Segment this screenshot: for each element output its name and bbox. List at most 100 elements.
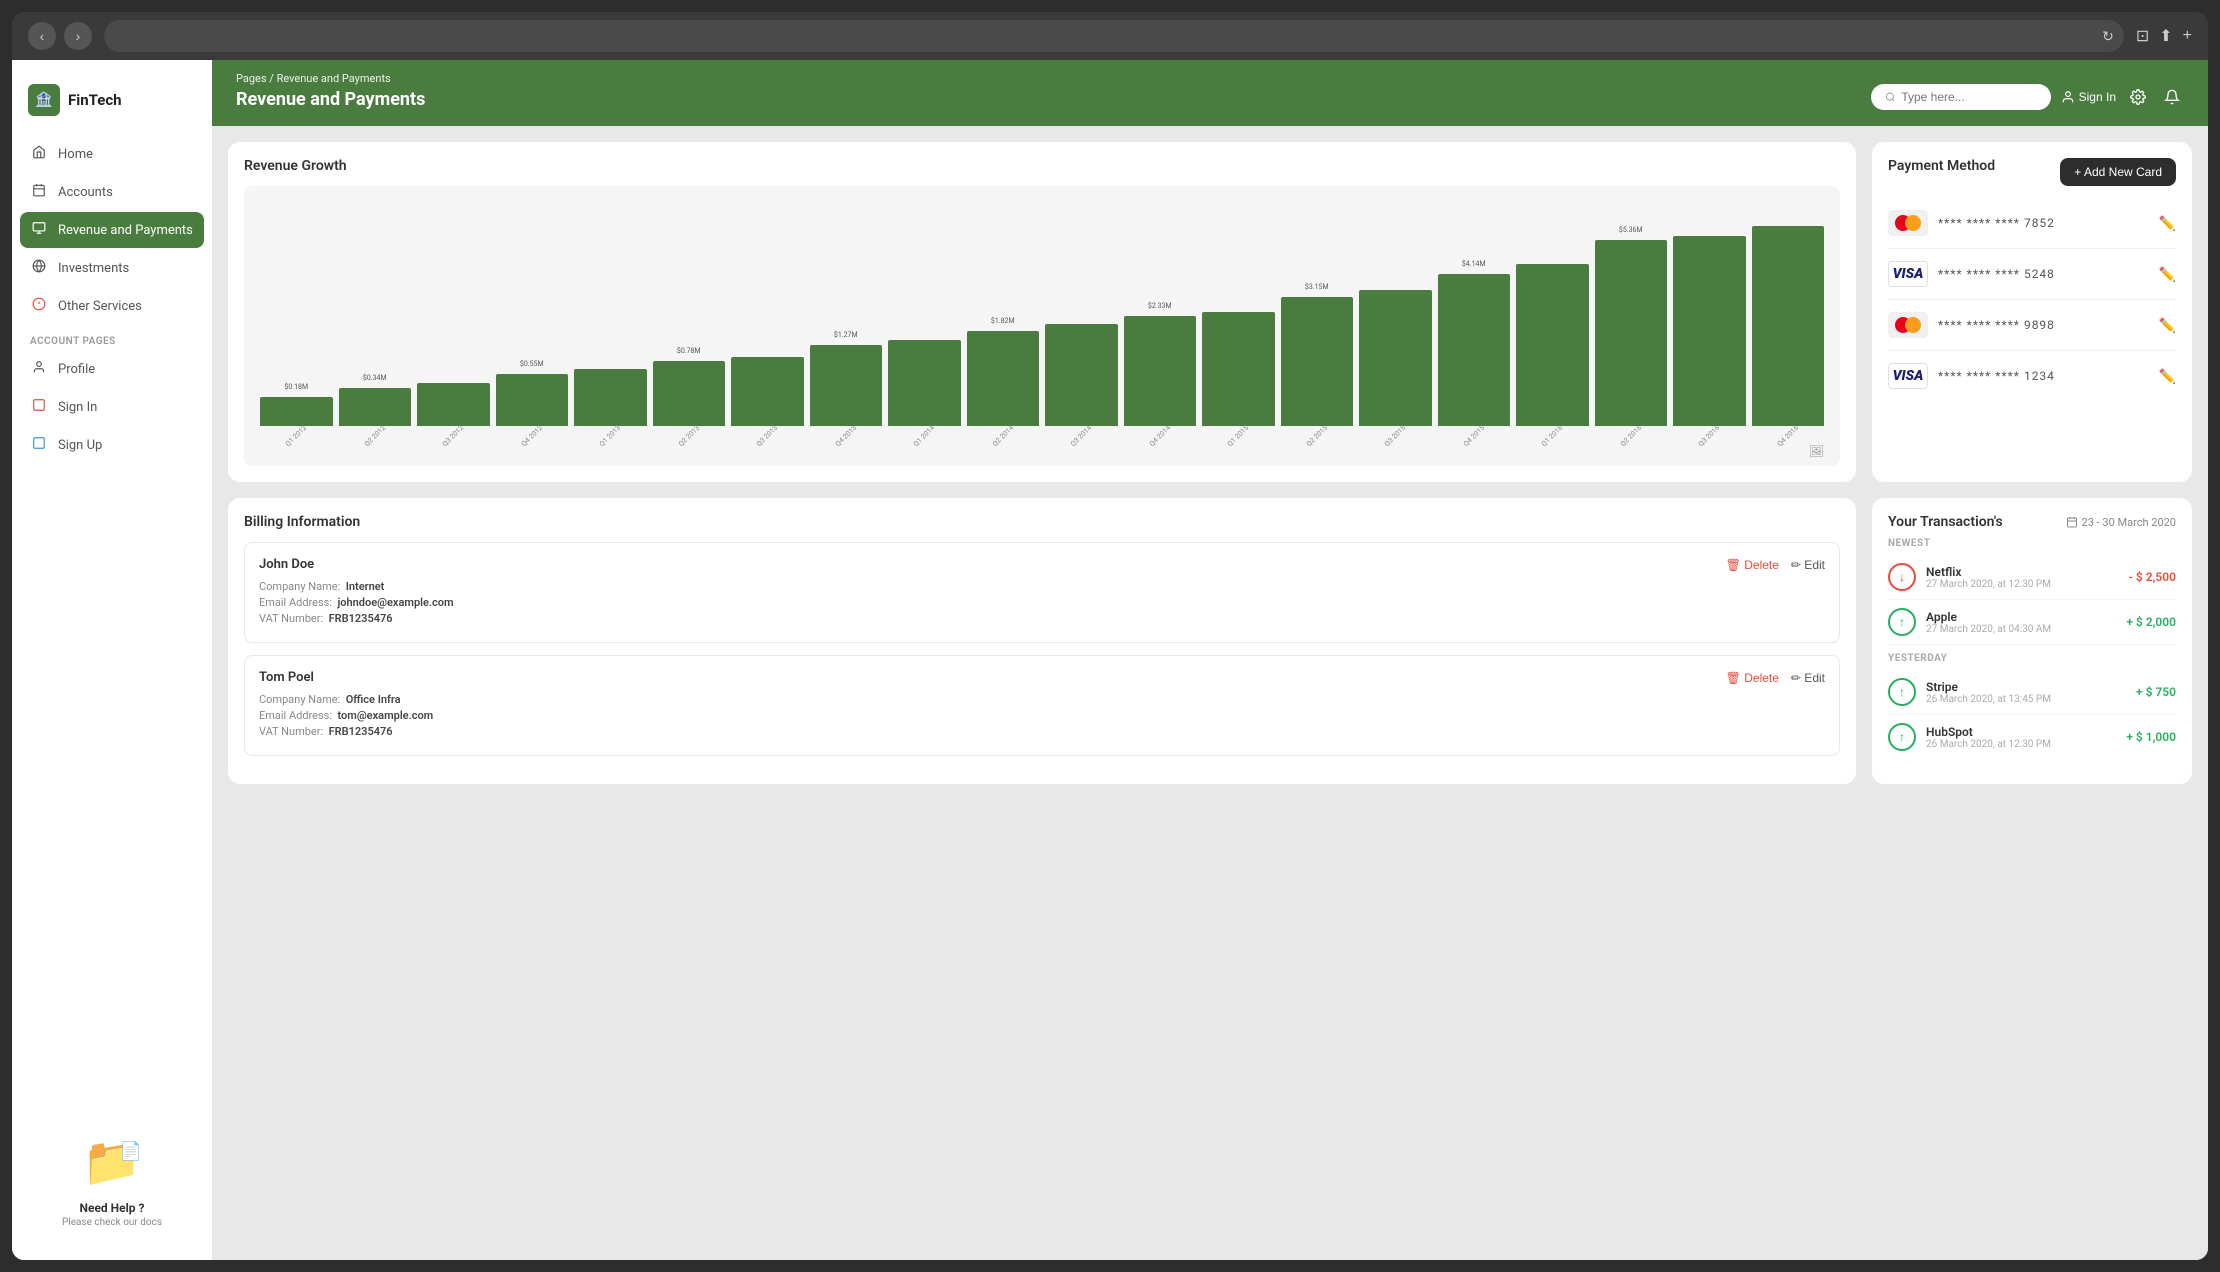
sidebar-item-revenue[interactable]: Revenue and Payments — [20, 212, 204, 248]
revenue-chart-title: Revenue Growth — [244, 158, 1840, 174]
transaction-item: ↑ Stripe 26 March 2020, at 13:45 PM + $ … — [1888, 670, 2176, 715]
settings-button[interactable] — [2126, 85, 2150, 109]
bar-group: Q3 2016 — [1673, 236, 1746, 440]
transaction-icon: ↑ — [1888, 723, 1916, 751]
sidebar-logo: 🏦 FinTech — [12, 76, 212, 136]
transaction-date: 26 March 2020, at 12:30 PM — [1926, 739, 2051, 750]
billing-entry: John Doe 🗑 Delete ✏ Edit Company Name: I… — [244, 542, 1840, 643]
chart-bar: $3.15M — [1281, 297, 1354, 426]
reload-button[interactable]: ↻ — [2102, 28, 2114, 45]
edit-button[interactable]: ✏ Edit — [1791, 558, 1825, 572]
help-icon-area: 📁 📄 — [82, 1133, 142, 1193]
billing-actions: 🗑 Delete ✏ Edit — [1726, 558, 1825, 572]
notifications-button[interactable] — [2160, 85, 2184, 109]
transaction-icon: ↓ — [1888, 563, 1916, 591]
sidebar-item-accounts[interactable]: Accounts — [20, 174, 204, 210]
browser-actions: ⊡ ⬆ + — [2136, 26, 2192, 46]
add-new-card-button[interactable]: + Add New Card — [2060, 158, 2176, 186]
bar-group: $0.34MQ2 2012 — [339, 388, 412, 440]
chart-bar — [1516, 264, 1589, 426]
bar-group: Q4 2016 — [1752, 226, 1825, 440]
logo-text: FinTech — [68, 91, 122, 109]
sidebar-item-signup[interactable]: Sign Up — [20, 427, 204, 463]
card-number: **** **** **** 1234 — [1938, 369, 2055, 383]
sidebar-item-label: Sign Up — [58, 438, 102, 453]
bar-group: Q1 2015 — [1202, 312, 1275, 440]
delete-button[interactable]: 🗑 Delete — [1726, 558, 1779, 572]
browser-chrome: ‹ › ↻ ⊡ ⬆ + — [12, 12, 2208, 60]
bar-group: $4.14MQ4 2015 — [1438, 274, 1511, 440]
bar-value-label: $0.78M — [677, 347, 701, 355]
bar-value-label: $0.55M — [520, 360, 544, 368]
chart-bar: $0.18M — [260, 397, 333, 426]
transaction-amount: + $ 2,000 — [2126, 615, 2176, 629]
billing-vat: VAT Number: FRB1235476 — [259, 725, 1825, 738]
search-icon — [1885, 91, 1896, 103]
bar-group: Q3 2015 — [1359, 290, 1432, 440]
payment-method-card: Payment Method + Add New Card **** **** … — [1872, 142, 2192, 482]
chart-bar — [1045, 324, 1118, 426]
card-number: **** **** **** 9898 — [1938, 318, 2055, 332]
card-number: **** **** **** 5248 — [1938, 267, 2055, 281]
browser-action-3[interactable]: + — [2183, 26, 2192, 46]
chart-bars: $0.18MQ1 2012$0.34MQ2 2012Q3 2012$0.55MQ… — [260, 202, 1824, 440]
profile-icon — [30, 360, 48, 378]
chart-image-icon: 🖼 — [260, 444, 1824, 458]
chart-bar: $1.82M — [967, 331, 1040, 426]
edit-card-button[interactable]: ✏️ — [2159, 368, 2176, 385]
delete-button[interactable]: 🗑 Delete — [1726, 671, 1779, 685]
transaction-details: HubSpot 26 March 2020, at 12:30 PM — [1926, 725, 2051, 750]
sidebar-item-other[interactable]: Other Services — [20, 288, 204, 324]
chart-bar — [417, 383, 490, 426]
home-icon — [30, 145, 48, 163]
forward-button[interactable]: › — [64, 22, 92, 50]
billing-email: Email Address: johndoe@example.com — [259, 596, 1825, 609]
bar-value-label: $5.36M — [1619, 226, 1643, 234]
mastercard-logo — [1888, 312, 1928, 338]
chart-bar — [731, 357, 804, 426]
sidebar-item-investments[interactable]: Investments — [20, 250, 204, 286]
transaction-icon: ↑ — [1888, 678, 1916, 706]
edit-button[interactable]: ✏ Edit — [1791, 671, 1825, 685]
content-area: Revenue Growth $0.18MQ1 2012$0.34MQ2 201… — [212, 126, 2208, 1260]
transactions-title: Your Transaction's — [1888, 514, 2003, 530]
help-subtitle: Please check our docs — [28, 1217, 196, 1228]
transaction-left: ↑ HubSpot 26 March 2020, at 12:30 PM — [1888, 723, 2051, 751]
url-input[interactable] — [306, 29, 1922, 44]
billing-entries: John Doe 🗑 Delete ✏ Edit Company Name: I… — [244, 542, 1840, 756]
card-info: **** **** **** 9898 — [1888, 312, 2055, 338]
transaction-details: Apple 27 March 2020, at 04:30 AM — [1926, 610, 2051, 635]
transaction-name: HubSpot — [1926, 725, 2051, 739]
transaction-name: Apple — [1926, 610, 2051, 624]
browser-action-2[interactable]: ⬆ — [2159, 26, 2172, 46]
transaction-item: ↑ Apple 27 March 2020, at 04:30 AM + $ 2… — [1888, 600, 2176, 645]
bar-value-label: $1.27M — [834, 331, 858, 339]
card-number: **** **** **** 7852 — [1938, 216, 2055, 230]
back-button[interactable]: ‹ — [28, 22, 56, 50]
search-input[interactable] — [1901, 90, 2036, 104]
card-info: **** **** **** 7852 — [1888, 210, 2055, 236]
signin-icon — [30, 398, 48, 416]
browser-action-1[interactable]: ⊡ — [2136, 26, 2149, 46]
bar-group: $0.18MQ1 2012 — [260, 397, 333, 440]
visa-logo: VISA — [1888, 261, 1928, 287]
chart-bar — [1752, 226, 1825, 426]
transaction-section-label: NEWEST — [1888, 538, 2176, 549]
sidebar-item-profile[interactable]: Profile — [20, 351, 204, 387]
chart-bar: $2.33M — [1124, 316, 1197, 426]
sidebar-item-home[interactable]: Home — [20, 136, 204, 172]
bar-value-label: $2.33M — [1148, 302, 1172, 310]
edit-card-button[interactable]: ✏️ — [2159, 215, 2176, 232]
bar-group: Q1 2016 — [1516, 264, 1589, 440]
search-bar — [1871, 84, 2051, 110]
sidebar-navigation: Home Accounts Revenue and Payments Inves… — [12, 136, 212, 1117]
signin-button[interactable]: Sign In — [2061, 90, 2116, 104]
date-range: 23 - 30 March 2020 — [2066, 516, 2176, 529]
sidebar-item-signin[interactable]: Sign In — [20, 389, 204, 425]
transaction-date: 27 March 2020, at 12:30 PM — [1926, 579, 2051, 590]
user-icon — [2061, 90, 2075, 104]
edit-card-button[interactable]: ✏️ — [2159, 266, 2176, 283]
revenue-icon — [30, 221, 48, 239]
transaction-left: ↑ Apple 27 March 2020, at 04:30 AM — [1888, 608, 2051, 636]
edit-card-button[interactable]: ✏️ — [2159, 317, 2176, 334]
